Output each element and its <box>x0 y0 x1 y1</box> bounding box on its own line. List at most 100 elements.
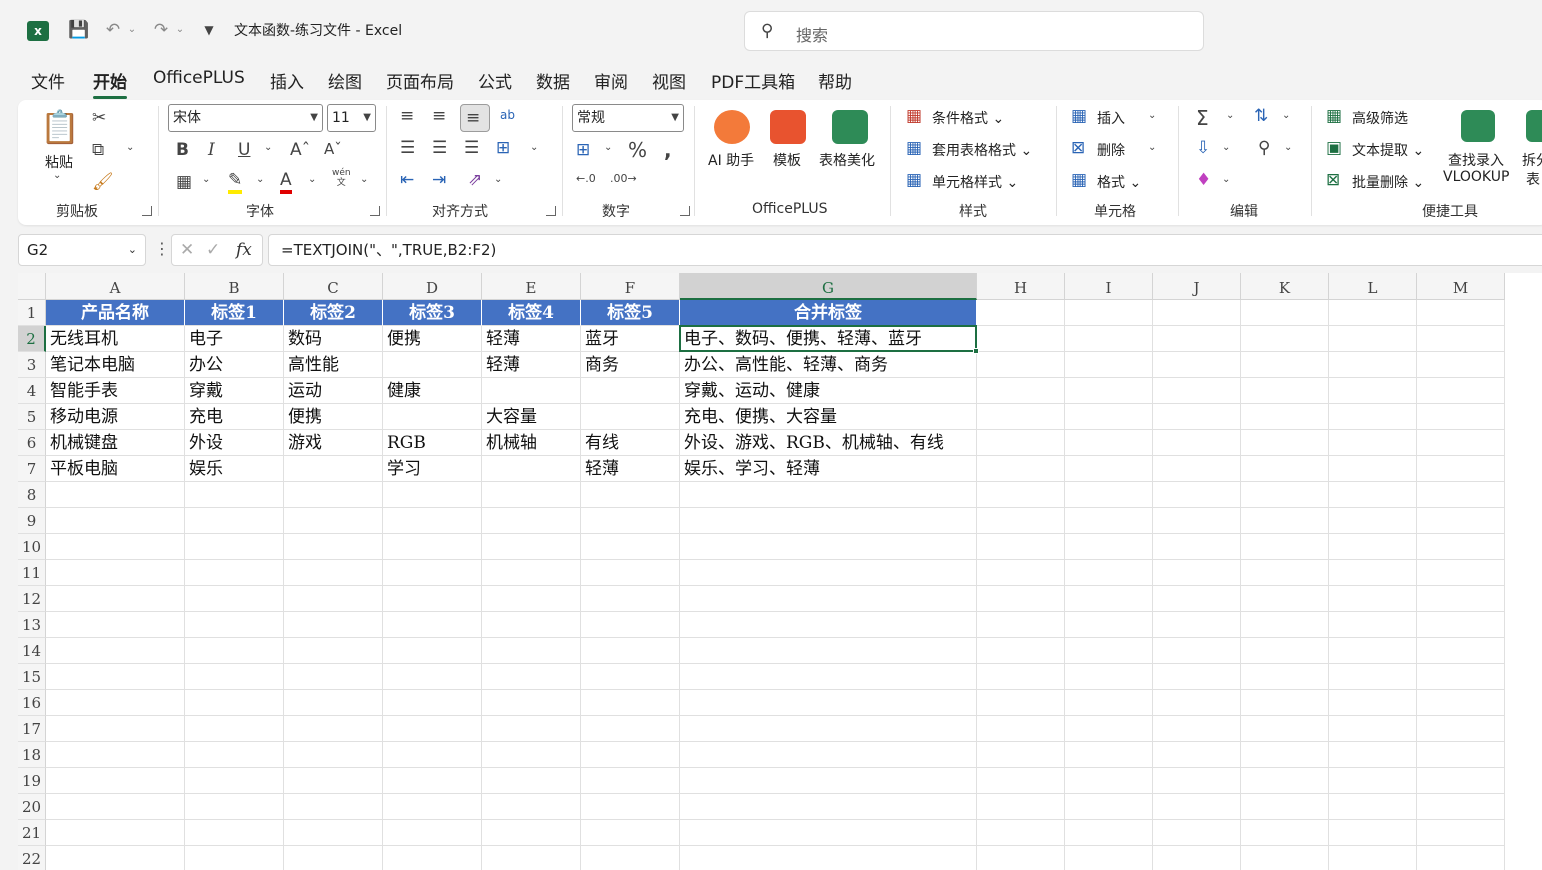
cell-i22[interactable] <box>1065 846 1153 870</box>
column-header-h[interactable]: H <box>977 273 1065 300</box>
cell-k3[interactable] <box>1241 352 1329 378</box>
save-icon[interactable]: 💾 <box>66 18 92 42</box>
cell-a20[interactable] <box>46 794 185 820</box>
cell-c15[interactable] <box>284 664 383 690</box>
cell-a5[interactable]: 移动电源 <box>46 404 185 430</box>
cell-m14[interactable] <box>1417 638 1505 664</box>
cell-b4[interactable]: 穿戴 <box>185 378 284 404</box>
cell-i18[interactable] <box>1065 742 1153 768</box>
cell-k22[interactable] <box>1241 846 1329 870</box>
cell-a19[interactable] <box>46 768 185 794</box>
tab-pdf-tools[interactable]: PDF工具箱 <box>711 68 795 93</box>
tab-data[interactable]: 数据 <box>536 68 570 93</box>
row-header-8[interactable]: 8 <box>18 482 46 508</box>
underline-dropdown-icon[interactable]: ⌄ <box>264 142 272 153</box>
formula-input[interactable]: =TEXTJOIN("、",TRUE,B2:F2) <box>268 234 1542 266</box>
cell-a22[interactable] <box>46 846 185 870</box>
cell-f10[interactable] <box>581 534 680 560</box>
cell-c12[interactable] <box>284 586 383 612</box>
cell-c10[interactable] <box>284 534 383 560</box>
cell-j3[interactable] <box>1153 352 1241 378</box>
underline-icon[interactable]: U <box>238 140 250 160</box>
cell-a8[interactable] <box>46 482 185 508</box>
cell-m4[interactable] <box>1417 378 1505 404</box>
fill-color-dropdown-icon[interactable]: ⌄ <box>256 174 264 185</box>
cell-f1[interactable]: 标签5 <box>581 300 680 326</box>
cell-b21[interactable] <box>185 820 284 846</box>
cell-e8[interactable] <box>482 482 581 508</box>
delete-cells-button[interactable]: 删除 <box>1097 140 1125 160</box>
cell-g17[interactable] <box>680 716 977 742</box>
select-all-corner[interactable] <box>18 273 46 300</box>
cell-l14[interactable] <box>1329 638 1417 664</box>
cell-i20[interactable] <box>1065 794 1153 820</box>
cell-k1[interactable] <box>1241 300 1329 326</box>
cell-m17[interactable] <box>1417 716 1505 742</box>
cell-h19[interactable] <box>977 768 1065 794</box>
template-icon[interactable] <box>770 110 806 144</box>
cell-d4[interactable]: 健康 <box>383 378 482 404</box>
cell-h17[interactable] <box>977 716 1065 742</box>
cell-j19[interactable] <box>1153 768 1241 794</box>
column-header-g[interactable]: G <box>680 273 977 300</box>
cell-c4[interactable]: 运动 <box>284 378 383 404</box>
cell-e3[interactable]: 轻薄 <box>482 352 581 378</box>
copy-icon[interactable]: ⧉ <box>92 140 104 160</box>
cell-l3[interactable] <box>1329 352 1417 378</box>
cell-m8[interactable] <box>1417 482 1505 508</box>
cell-j15[interactable] <box>1153 664 1241 690</box>
enter-icon[interactable]: ✓ <box>206 240 220 260</box>
font-name-select[interactable]: 宋体 ▼ <box>168 104 323 132</box>
column-header-b[interactable]: B <box>185 273 284 300</box>
borders-icon[interactable]: ▦ <box>176 172 192 192</box>
cell-h22[interactable] <box>977 846 1065 870</box>
cell-g2[interactable]: 电子、数码、便携、轻薄、蓝牙 <box>680 326 977 352</box>
cell-c3[interactable]: 高性能 <box>284 352 383 378</box>
cell-i5[interactable] <box>1065 404 1153 430</box>
cell-b10[interactable] <box>185 534 284 560</box>
advanced-filter-icon[interactable]: ▦ <box>1326 106 1342 126</box>
search-box[interactable]: ⚲ 搜索 <box>744 11 1204 51</box>
cell-m1[interactable] <box>1417 300 1505 326</box>
column-header-e[interactable]: E <box>482 273 581 300</box>
cell-g8[interactable] <box>680 482 977 508</box>
cell-e20[interactable] <box>482 794 581 820</box>
borders-dropdown-icon[interactable]: ⌄ <box>202 174 210 185</box>
cell-l13[interactable] <box>1329 612 1417 638</box>
cell-b16[interactable] <box>185 690 284 716</box>
cell-m22[interactable] <box>1417 846 1505 870</box>
cell-h20[interactable] <box>977 794 1065 820</box>
column-header-l[interactable]: L <box>1329 273 1417 300</box>
clear-icon[interactable]: ♦ <box>1196 170 1211 190</box>
cell-j10[interactable] <box>1153 534 1241 560</box>
alignment-launcher-icon[interactable] <box>546 206 556 216</box>
cell-i3[interactable] <box>1065 352 1153 378</box>
cell-i14[interactable] <box>1065 638 1153 664</box>
cell-d13[interactable] <box>383 612 482 638</box>
cell-a11[interactable] <box>46 560 185 586</box>
cell-j8[interactable] <box>1153 482 1241 508</box>
cell-c7[interactable] <box>284 456 383 482</box>
cell-a1[interactable]: 产品名称 <box>46 300 185 326</box>
cell-b14[interactable] <box>185 638 284 664</box>
font-size-select[interactable]: 11 ▼ <box>327 104 376 132</box>
cell-j17[interactable] <box>1153 716 1241 742</box>
cell-k7[interactable] <box>1241 456 1329 482</box>
cell-f19[interactable] <box>581 768 680 794</box>
cell-k4[interactable] <box>1241 378 1329 404</box>
cell-g13[interactable] <box>680 612 977 638</box>
undo-dropdown-icon[interactable]: ⌄ <box>126 18 138 42</box>
cell-c2[interactable]: 数码 <box>284 326 383 352</box>
delete-dropdown-icon[interactable]: ⌄ <box>1148 142 1156 153</box>
spreadsheet-grid[interactable]: A B C D E F G H I J K L M 1 产品名称 标签1 标签2 标签3 标签4 标签5 合并标签 2 无线… <box>18 273 1542 870</box>
cell-f5[interactable] <box>581 404 680 430</box>
cell-e4[interactable] <box>482 378 581 404</box>
cell-h1[interactable] <box>977 300 1065 326</box>
row-header-1[interactable]: 1 <box>18 300 46 326</box>
cell-h3[interactable] <box>977 352 1065 378</box>
cell-i8[interactable] <box>1065 482 1153 508</box>
merge-dropdown-icon[interactable]: ⌄ <box>530 142 538 153</box>
cell-c21[interactable] <box>284 820 383 846</box>
cell-i2[interactable] <box>1065 326 1153 352</box>
customize-quick-access-icon[interactable]: ▼ <box>200 18 218 42</box>
